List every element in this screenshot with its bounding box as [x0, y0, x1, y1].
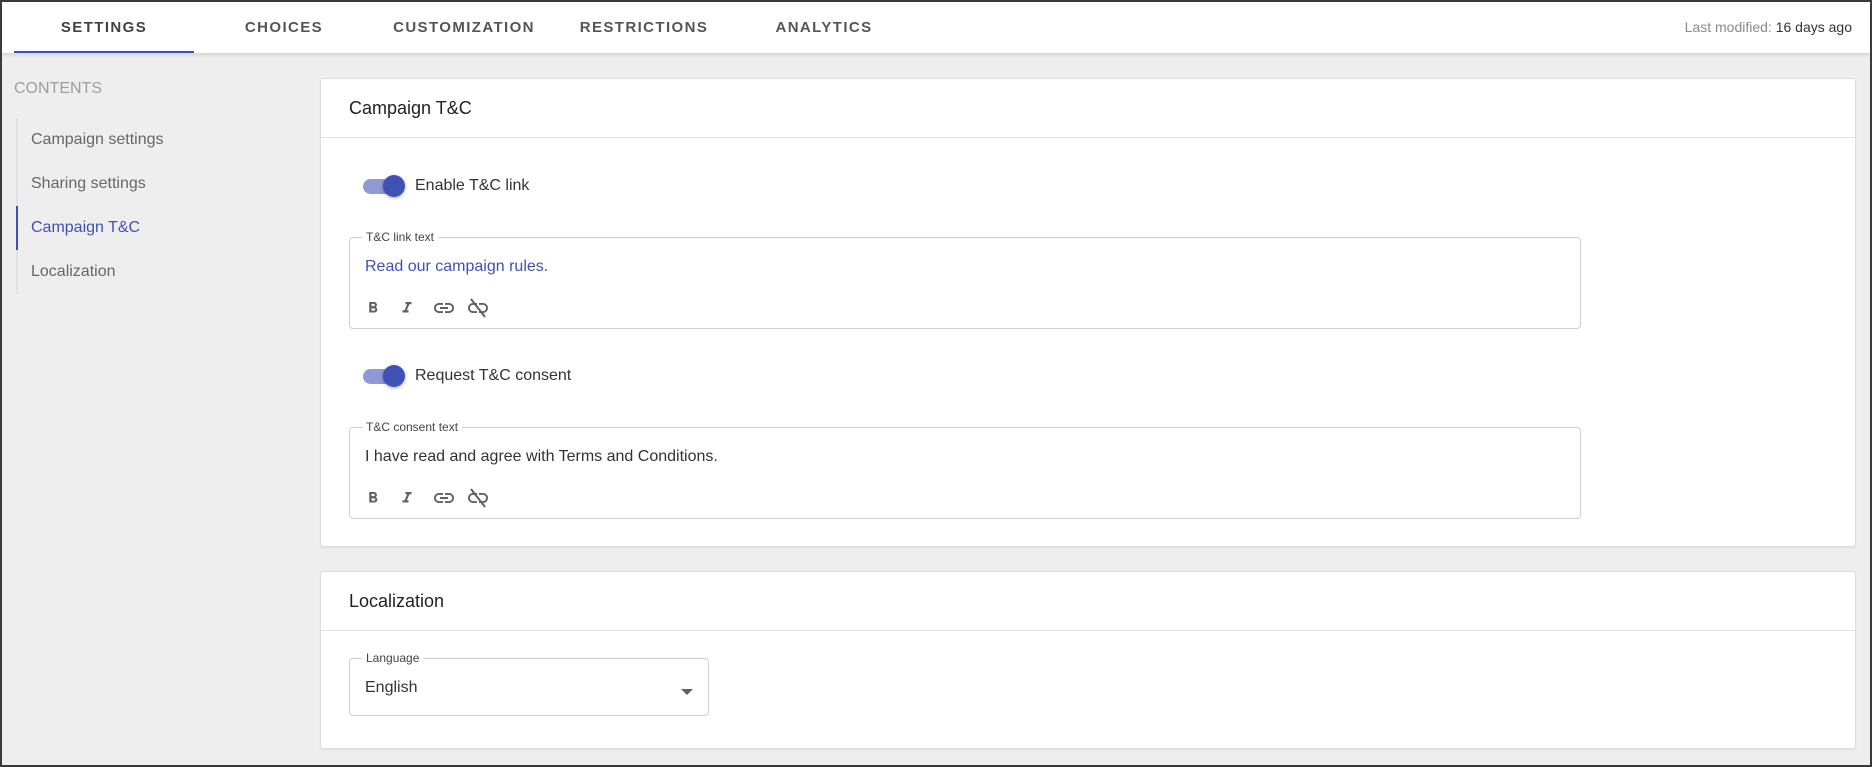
last-modified: Last modified: 16 days ago	[1685, 19, 1852, 35]
contents-title: CONTENTS	[14, 80, 102, 97]
enable-tc-link-label: Enable T&C link	[415, 177, 530, 194]
tab-analytics[interactable]: ANALYTICS	[734, 2, 914, 53]
contents-sidebar: CONTENTS Campaign settings Sharing setti…	[14, 80, 294, 294]
toggle-thumb	[383, 175, 405, 197]
tab-choices[interactable]: CHOICES	[194, 2, 374, 53]
request-tc-consent-toggle[interactable]	[363, 364, 405, 388]
tab-restrictions[interactable]: RESTRICTIONS	[554, 2, 734, 53]
dropdown-arrow-icon[interactable]	[680, 683, 694, 701]
bold-icon[interactable]	[364, 296, 398, 320]
sidebar-item-campaign-settings[interactable]: Campaign settings	[18, 118, 294, 162]
link-icon[interactable]	[432, 296, 466, 320]
unlink-icon[interactable]	[466, 486, 500, 510]
localization-card: Localization Language English	[320, 571, 1856, 749]
tc-link-text-value[interactable]: Read our campaign rules.	[365, 258, 548, 276]
tab-customization[interactable]: CUSTOMIZATION	[374, 2, 554, 53]
enable-tc-link-toggle-row[interactable]: Enable T&C link	[363, 174, 529, 198]
tc-consent-text-label: T&C consent text	[362, 420, 463, 434]
request-tc-consent-label: Request T&C consent	[415, 367, 572, 384]
campaign-tc-title: Campaign T&C	[321, 79, 1855, 138]
sidebar-item-sharing-settings[interactable]: Sharing settings	[18, 162, 294, 206]
request-tc-consent-toggle-row[interactable]: Request T&C consent	[363, 364, 571, 388]
contents-nav: Campaign settings Sharing settings Campa…	[16, 118, 294, 294]
language-select[interactable]: Language English	[349, 651, 709, 716]
enable-tc-link-toggle[interactable]	[363, 174, 405, 198]
last-modified-value: 16 days ago	[1775, 19, 1852, 35]
localization-title: Localization	[321, 572, 1855, 631]
tc-link-text-field[interactable]: T&C link text Read our campaign rules.	[349, 230, 1581, 329]
campaign-tc-card: Campaign T&C Enable T&C link T&C link te…	[320, 78, 1856, 547]
tc-consent-text-field[interactable]: T&C consent text I have read and agree w…	[349, 420, 1581, 519]
language-label: Language	[362, 651, 424, 665]
last-modified-label: Last modified:	[1684, 19, 1772, 35]
bold-icon[interactable]	[364, 486, 398, 510]
tc-link-text-label: T&C link text	[362, 230, 439, 244]
sidebar-item-campaign-tc[interactable]: Campaign T&C	[16, 206, 294, 250]
link-icon[interactable]	[432, 486, 466, 510]
tc-link-editor-toolbar	[364, 296, 500, 320]
italic-icon[interactable]	[398, 486, 432, 510]
top-tab-bar: SETTINGS CHOICES CUSTOMIZATION RESTRICTI…	[2, 2, 1870, 53]
italic-icon[interactable]	[398, 296, 432, 320]
language-value: English	[365, 679, 418, 696]
tab-settings[interactable]: SETTINGS	[14, 2, 194, 53]
app-frame: SETTINGS CHOICES CUSTOMIZATION RESTRICTI…	[2, 2, 1870, 765]
sidebar-item-localization[interactable]: Localization	[18, 250, 294, 294]
tc-consent-text-value[interactable]: I have read and agree with Terms and Con…	[365, 448, 718, 466]
tc-consent-editor-toolbar	[364, 486, 500, 510]
unlink-icon[interactable]	[466, 296, 500, 320]
toggle-thumb	[383, 365, 405, 387]
